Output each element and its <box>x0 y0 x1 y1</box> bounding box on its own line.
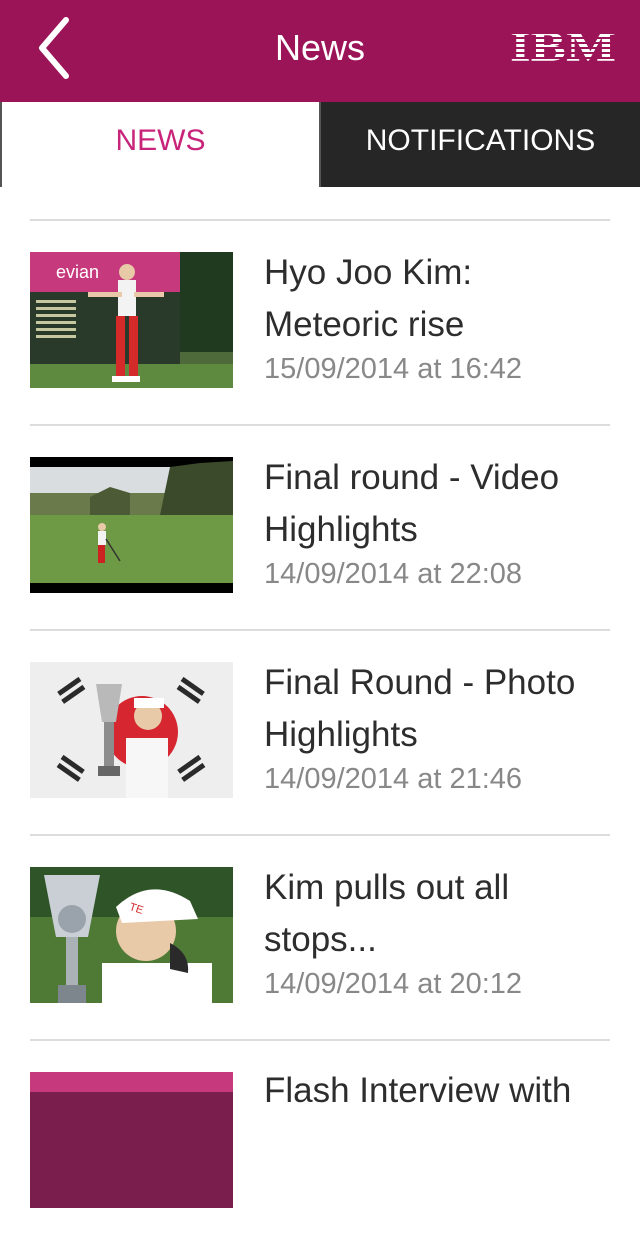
news-item[interactable]: Final Round - Photo Highlights 14/09/201… <box>30 629 610 834</box>
news-headline: Flash Interview with <box>264 1071 572 1110</box>
ibm-logo: IBM <box>510 25 616 64</box>
news-item[interactable]: Final round - Video Highlights 14/09/201… <box>30 424 610 629</box>
news-thumbnail <box>30 1072 233 1208</box>
news-headline: Final round - Video Highlights <box>264 458 560 549</box>
news-item[interactable]: evian Hyo Joo Kim: Meteoric rise 15/09/2… <box>30 219 610 424</box>
svg-text:evian: evian <box>56 262 99 282</box>
news-timestamp: 14/09/2014 at 22:08 <box>264 558 523 590</box>
news-thumbnail: evian <box>30 252 233 388</box>
news-list: evian Hyo Joo Kim: Meteoric rise 15/09/2… <box>30 219 610 1244</box>
news-item[interactable]: Flash Interview with <box>30 1039 610 1244</box>
news-timestamp: 14/09/2014 at 20:12 <box>264 968 523 1000</box>
news-thumbnail <box>30 662 233 798</box>
top-bar: News IBM <box>0 0 640 102</box>
svg-text:IBM: IBM <box>510 25 616 64</box>
news-timestamp: 14/09/2014 at 21:46 <box>264 763 523 795</box>
news-headline: Final Round - Photo Highlights <box>264 663 576 754</box>
news-thumbnail <box>30 457 233 593</box>
news-item[interactable]: TE Kim pulls out all stops... 14/09/2014… <box>30 834 610 1039</box>
news-thumbnail: TE <box>30 867 233 1003</box>
tab-news[interactable]: NEWS <box>0 102 321 187</box>
tab-bar: NEWS NOTIFICATIONS <box>0 102 640 187</box>
news-headline: Hyo Joo Kim: Meteoric rise <box>264 253 473 344</box>
news-headline: Kim pulls out all stops... <box>264 868 510 959</box>
news-timestamp: 15/09/2014 at 16:42 <box>264 353 523 385</box>
tab-notifications[interactable]: NOTIFICATIONS <box>321 102 640 187</box>
